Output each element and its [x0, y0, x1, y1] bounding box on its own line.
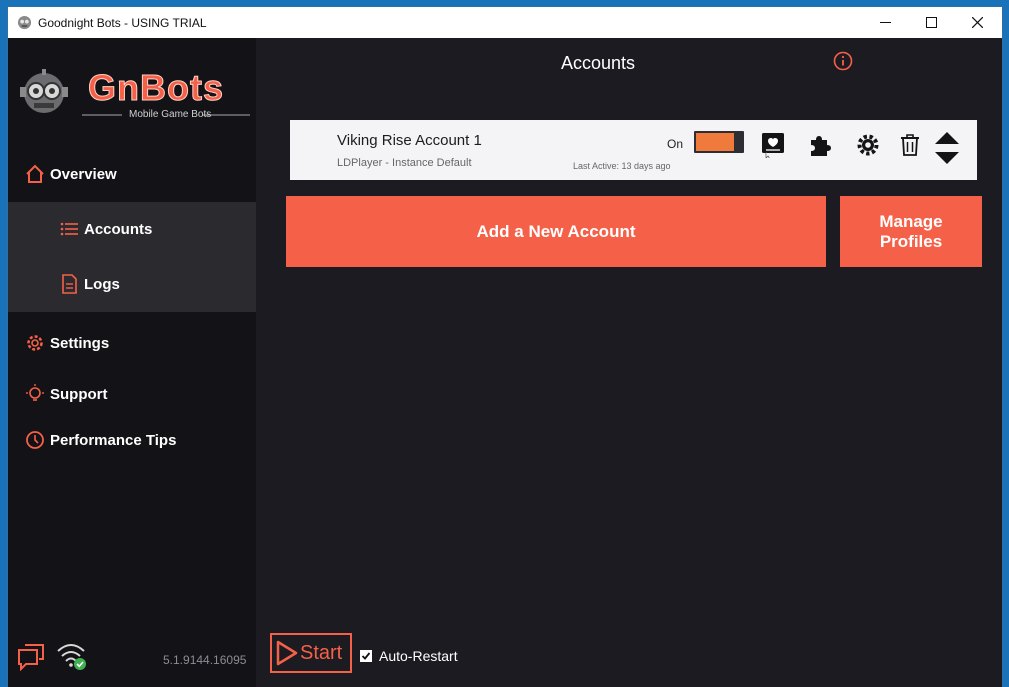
profile-card-icon	[762, 133, 784, 158]
minimize-icon	[879, 22, 891, 23]
profile-card-button[interactable]	[759, 131, 787, 159]
app-window: Goodnight Bots - USING TRIAL GnBots Mobi…	[8, 7, 1002, 687]
manage-profiles-button[interactable]: Manage Profiles	[840, 196, 982, 267]
maximize-icon	[925, 17, 937, 28]
sidebar-item-label: Performance Tips	[50, 431, 177, 449]
reorder-button[interactable]	[933, 130, 961, 166]
account-enable-toggle[interactable]	[694, 131, 744, 153]
lightbulb-icon	[24, 383, 46, 405]
sidebar-item-overview[interactable]: Overview	[24, 163, 272, 185]
account-status-label: On	[667, 137, 684, 151]
app-robot-icon	[17, 15, 32, 30]
sidebar-item-label: Overview	[50, 165, 117, 183]
toggle-fill	[696, 133, 734, 151]
info-icon[interactable]	[833, 51, 853, 71]
sidebar: GnBots Mobile Game Bots Overview Account…	[8, 38, 256, 687]
chat-icon[interactable]	[16, 641, 46, 671]
sidebar-item-label: Support	[50, 385, 108, 403]
title-bar[interactable]: Goodnight Bots - USING TRIAL	[8, 7, 1002, 38]
gear-icon	[24, 332, 46, 354]
main-content: Accounts Viking Rise Account 1 LDPlayer …	[256, 38, 1002, 687]
plugin-button[interactable]	[806, 131, 834, 159]
window-title: Goodnight Bots - USING TRIAL	[38, 16, 207, 30]
auto-restart-option[interactable]: Auto-Restart	[360, 648, 458, 664]
sidebar-item-label: Logs	[84, 275, 120, 293]
close-icon	[971, 17, 983, 28]
maximize-button[interactable]	[908, 7, 954, 38]
wifi-connected-icon	[57, 644, 86, 670]
sidebar-item-performance-tips[interactable]: Performance Tips	[24, 429, 272, 451]
start-button[interactable]: Start	[270, 633, 352, 673]
add-account-label: Add a New Account	[476, 221, 636, 241]
account-card[interactable]: Viking Rise Account 1 LDPlayer - Instanc…	[290, 120, 977, 180]
sidebar-item-label: Settings	[50, 334, 110, 352]
account-settings-button[interactable]	[854, 131, 882, 159]
add-account-button[interactable]: Add a New Account	[286, 196, 826, 267]
sidebar-item-label: Accounts	[84, 220, 153, 238]
minimize-button[interactable]	[862, 7, 908, 38]
manage-profiles-label: Manage Profiles	[879, 211, 943, 251]
delete-account-button[interactable]	[896, 131, 924, 159]
play-icon	[276, 640, 298, 666]
close-button[interactable]	[954, 7, 1000, 38]
sidebar-item-settings[interactable]: Settings	[24, 332, 272, 354]
puzzle-icon	[811, 136, 831, 156]
account-name: Viking Rise Account 1	[337, 132, 482, 149]
trash-icon	[901, 134, 919, 156]
clock-icon	[24, 429, 46, 451]
account-last-active: Last Active: 13 days ago	[573, 161, 671, 171]
home-icon	[24, 163, 46, 185]
logo-text: GnBots	[88, 67, 224, 109]
auto-restart-checkbox[interactable]	[360, 650, 372, 662]
start-label: Start	[300, 641, 343, 664]
gnbots-logo: GnBots Mobile Game Bots	[12, 63, 252, 123]
gear-icon	[857, 134, 879, 156]
document-icon	[58, 273, 80, 295]
sort-arrows-icon	[935, 132, 959, 164]
auto-restart-label: Auto-Restart	[379, 648, 458, 664]
sidebar-item-support[interactable]: Support	[24, 383, 272, 405]
list-icon	[58, 218, 80, 240]
version-label: 5.1.9144.16095	[163, 653, 247, 667]
account-instance: LDPlayer - Instance Default	[337, 157, 472, 169]
checkmark-icon	[361, 652, 371, 660]
logo-tagline: Mobile Game Bots	[129, 109, 212, 120]
